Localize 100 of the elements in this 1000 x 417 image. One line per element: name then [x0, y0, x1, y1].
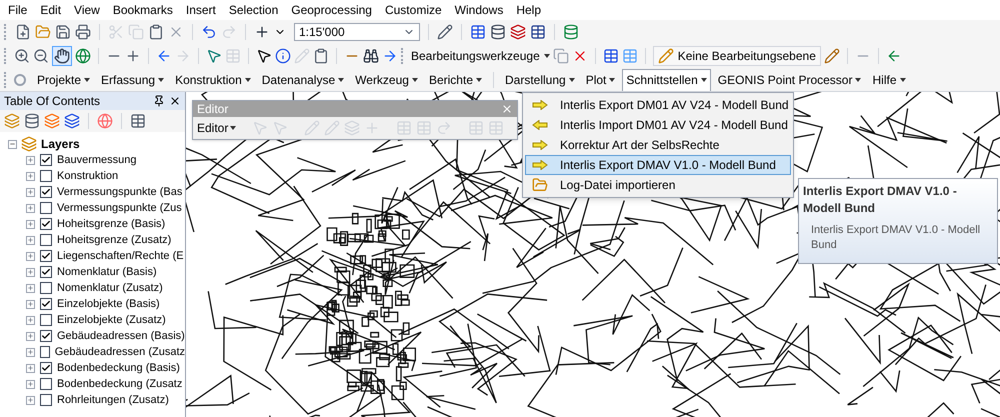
toolbar-menu[interactable]: Datenanalyse [258, 68, 348, 90]
tree-item[interactable]: Gebäudeadressen (Zusatz [54, 344, 185, 360]
expand-toggle[interactable] [26, 188, 35, 196]
caret-icon[interactable] [84, 78, 90, 82]
new-document-icon[interactable] [15, 24, 31, 40]
info-icon[interactable] [275, 48, 291, 64]
expand-toggle[interactable] [26, 364, 35, 372]
layer-checkbox[interactable] [40, 362, 52, 374]
toolbar-menu[interactable]: GEONIS Point Processor [714, 68, 866, 90]
tree-item[interactable]: Einzelobjekte (Zusatz) [57, 312, 166, 328]
layer-checkbox[interactable] [40, 154, 52, 166]
select-features-icon[interactable] [206, 48, 222, 64]
caret-icon[interactable] [412, 78, 418, 82]
caret-icon[interactable] [609, 78, 616, 82]
scale-field[interactable]: 1:15'000 [294, 23, 420, 41]
layer-checkbox[interactable] [40, 234, 52, 246]
menu-item[interactable]: Help [516, 1, 542, 19]
caret-icon[interactable] [338, 78, 344, 82]
layer-checkbox[interactable] [40, 298, 52, 310]
tree-item[interactable]: Vermessungspunkte (Bas [57, 184, 182, 200]
toolbar-menu[interactable]: Hilfe [868, 68, 910, 90]
binoculars-icon[interactable] [363, 48, 379, 64]
expand-toggle[interactable] [26, 332, 35, 340]
zoom-in-icon[interactable] [14, 48, 30, 64]
caret-icon[interactable] [544, 54, 550, 58]
layer-checkbox[interactable] [40, 378, 52, 390]
printer-icon[interactable] [75, 24, 91, 40]
tree-item[interactable]: Liegenschaften/Rechte (E [57, 248, 184, 264]
add-data-icon[interactable] [254, 24, 270, 40]
menu-item[interactable]: Insert [186, 1, 216, 19]
tree-item[interactable]: Bodenbedeckung (Basis) [57, 360, 180, 376]
menu-item[interactable]: Windows [454, 1, 504, 19]
tree-item[interactable]: Bauvermessung [57, 152, 136, 168]
menu-item[interactable]: Log-Datei importieren [525, 175, 791, 195]
toolbar-menu[interactable]: Plot [582, 68, 620, 90]
tree-item[interactable]: Bodenbedeckung (Zusatz [57, 376, 182, 392]
layer-checkbox[interactable] [40, 330, 52, 342]
layer-checkbox[interactable] [40, 170, 52, 182]
menu-item[interactable]: Selection [228, 1, 278, 19]
pointer-icon[interactable] [256, 48, 272, 64]
caret-icon[interactable] [900, 78, 906, 82]
expand-toggle[interactable] [26, 172, 35, 180]
menu-item[interactable]: Geoprocessing [291, 1, 372, 19]
expand-toggle[interactable] [26, 220, 35, 228]
tree-item[interactable]: Gebäudeadressen (Basis) [57, 328, 185, 344]
tree-item[interactable]: Vermessungspunkte (Zus [57, 200, 182, 216]
layer-checkbox[interactable] [40, 218, 52, 230]
layer-checkbox[interactable] [40, 314, 52, 326]
expand-toggle[interactable] [26, 236, 35, 244]
tree-item[interactable]: Rohrleitungen (Zusatz) [57, 392, 169, 408]
menu-item[interactable]: File [8, 1, 28, 19]
menu-item[interactable]: Korrektur Art der SelbsRechte [525, 135, 791, 155]
menu-item[interactable]: Customize [384, 1, 442, 19]
caret-icon[interactable] [244, 78, 251, 82]
layer-checkbox[interactable] [40, 346, 50, 358]
tree-item[interactable]: Nomenklatur (Basis) [57, 264, 157, 280]
toolbar-menu[interactable]: Erfassung [97, 68, 168, 90]
menu-item[interactable]: Interlis Import DM01 AV V24 - Modell Bund [525, 115, 791, 135]
tree-item[interactable]: Hoheitsgrenze (Zusatz) [57, 232, 172, 248]
menu-item[interactable]: Bookmarks [112, 1, 173, 19]
editor-menu[interactable]: Editor [197, 119, 236, 137]
layer-checkbox[interactable] [40, 250, 52, 262]
expand-toggle[interactable] [26, 300, 35, 308]
save-icon[interactable] [55, 24, 71, 40]
caret-icon[interactable] [855, 78, 862, 82]
zoom-out-icon[interactable] [33, 48, 49, 64]
expand-toggle[interactable] [26, 156, 35, 164]
caret-icon[interactable] [230, 126, 236, 130]
toolbar-menu[interactable]: Konstruktion [171, 68, 255, 90]
menu-item[interactable]: Edit [40, 1, 62, 19]
menu-item[interactable]: View [74, 1, 100, 19]
globe-icon[interactable] [75, 48, 91, 64]
tree-item[interactable]: Layers [41, 135, 80, 153]
caret-icon[interactable] [700, 78, 707, 82]
toolbar-menu[interactable]: Schnittstellen [622, 68, 711, 90]
caret-icon[interactable] [476, 78, 482, 82]
caret-icon[interactable] [568, 78, 575, 82]
pencil-icon[interactable] [437, 24, 453, 40]
tree-item[interactable]: Konstruktion [57, 168, 118, 184]
expand-toggle[interactable] [26, 348, 35, 356]
pin-icon[interactable] [153, 95, 165, 107]
collapse-toggle[interactable] [8, 140, 17, 148]
expand-toggle[interactable] [26, 380, 35, 388]
pan-button[interactable] [52, 46, 72, 66]
toolbar-menu[interactable]: Berichte [424, 68, 486, 90]
tree-item[interactable]: Einzelobjekte (Basis) [57, 296, 160, 312]
menu-item[interactable]: Interlis Export DMAV V1.0 - Modell Bund [525, 155, 791, 175]
expand-toggle[interactable] [26, 316, 35, 324]
toolbar-menu[interactable]: Projekte [33, 68, 94, 90]
expand-toggle[interactable] [26, 252, 35, 260]
edit-layer-button[interactable]: Keine Bearbeitungsebene [652, 46, 821, 66]
tree-item[interactable]: Hoheitsgrenze (Basis) [57, 216, 166, 232]
menu-item[interactable]: Interlis Export DM01 AV V24 - Modell Bund [525, 95, 791, 115]
caret-icon[interactable] [158, 78, 164, 82]
clipboard-icon[interactable] [148, 24, 164, 40]
toolbar-menu[interactable]: Darstellung [501, 68, 579, 90]
pencil-icon[interactable] [824, 48, 840, 64]
tree-item[interactable]: Nomenklatur (Zusatz) [57, 280, 163, 296]
layer-checkbox[interactable] [40, 202, 52, 214]
expand-toggle[interactable] [26, 268, 35, 276]
